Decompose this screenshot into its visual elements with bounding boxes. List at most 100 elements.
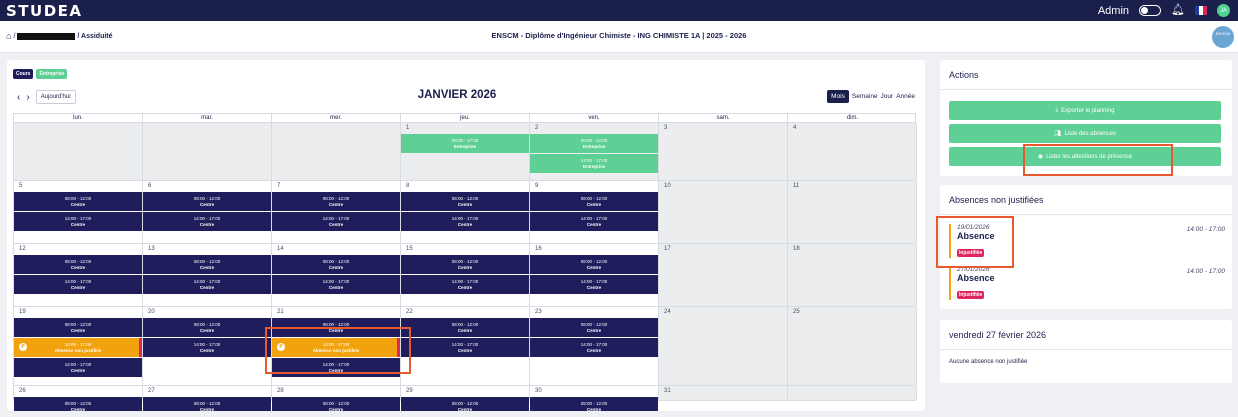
day-number: 27 [148,388,155,394]
calendar-event[interactable]: 08:00 - 12:00 Centre [143,318,271,337]
calendar-week-row: 19 08:00 - 12:00 Centre P 14:00 - 17:00 Absen… [13,307,917,386]
absences-list-label: Liste des absences [1064,130,1116,137]
calendar-day-cell[interactable]: 17 [659,244,788,306]
export-planning-button[interactable]: ⤓ Exporter le planning [949,101,1221,120]
view-day-button[interactable]: Jour [881,93,894,100]
calendar-day-cell[interactable]: 31 [659,386,788,400]
calendar-day-cell[interactable]: 22 08:00 - 12:00 Centre 14:00 - 17:00 Centre [401,307,530,385]
bell-icon[interactable]: 🔔︎ [1171,5,1185,16]
calendar-event[interactable]: 14:00 - 17:00 Centre [143,212,271,231]
divider [940,214,1232,215]
calendar-event[interactable]: 08:00 - 12:00 Centre [143,255,271,274]
calendar-event[interactable]: 08:00 - 12:00 Centre [530,397,658,411]
calendar-event[interactable]: 14:00 - 17:00 Centre [530,212,658,231]
calendar-event[interactable]: 14:00 - 17:00 Centre [272,275,400,294]
calendar-day-cell[interactable]: 12 08:00 - 12:00 Centre 14:00 - 17:00 Centre [14,244,143,306]
app-logo[interactable]: STUDEA [6,2,83,20]
calendar-event[interactable]: 14:00 - 17:00 Entreprise [530,154,658,173]
absences-list-button[interactable]: 👥︎ Liste des absences [949,124,1221,143]
calendar-event[interactable]: 08:00 - 12:00 Entreprise [530,134,658,153]
calendar-event[interactable]: 14:00 - 17:00 Centre [530,338,658,357]
calendar-day-cell[interactable]: 20 08:00 - 12:00 Centre 14:00 - 17:00 Centre [143,307,272,385]
calendar-day-cell[interactable]: 29 08:00 - 12:00 Centre [401,386,530,411]
presence-badge-icon: P [19,343,27,351]
calendar-event[interactable]: 08:00 - 12:00 Centre [530,318,658,337]
event-label: Centre [199,201,215,207]
calendar-day-cell[interactable]: 2 08:00 - 12:00 Entreprise 14:00 - 17:00 Ent… [530,123,659,180]
calendar-day-cell[interactable] [14,123,143,180]
day-of-week-header: lun. [14,114,143,122]
calendar-day-cell[interactable]: 28 08:00 - 12:00 Centre [272,386,401,411]
calendar-day-cell[interactable]: 3 [659,123,788,180]
calendar-day-cell[interactable]: 23 08:00 - 12:00 Centre 14:00 - 17:00 Centre [530,307,659,385]
calendar-day-cell[interactable] [788,386,917,400]
calendar-event[interactable]: 08:00 - 12:00 Centre [272,397,400,411]
calendar-event[interactable]: 08:00 - 12:00 Centre [272,255,400,274]
calendar-event[interactable]: 08:00 - 12:00 Centre [530,255,658,274]
calendar-event[interactable]: 08:00 - 12:00 Centre [14,255,142,274]
event-label: Entreprise [582,143,606,149]
calendar-day-cell[interactable]: 8 08:00 - 12:00 Centre 14:00 - 17:00 Centre [401,181,530,243]
calendar-day-cell[interactable]: 5 08:00 - 12:00 Centre 14:00 - 17:00 Centre [14,181,143,243]
calendar-event[interactable]: 08:00 - 12:00 Centre [14,192,142,211]
calendar-day-cell[interactable]: 7 08:00 - 12:00 Centre 14:00 - 17:00 Centre [272,181,401,243]
calendar-event[interactable]: 14:00 - 17:00 Centre [401,275,529,294]
calendar-event[interactable]: 08:00 - 12:00 Centre [143,192,271,211]
calendar-day-cell[interactable]: 25 [788,307,917,385]
calendar-event[interactable]: 08:00 - 12:00 Centre [401,255,529,274]
school-avatar[interactable]: ENSCM [1212,26,1234,48]
calendar-event[interactable]: 08:00 - 12:00 Centre [143,397,271,411]
calendar-event[interactable]: 08:00 - 12:00 Centre [14,318,142,337]
view-week-button[interactable]: Semaine [852,93,878,100]
calendar-day-cell[interactable]: 14 08:00 - 12:00 Centre 14:00 - 17:00 Centre [272,244,401,306]
calendar-panel: Cours Entreprise ‹ › Aujourd'hui JANVIER… [7,60,925,411]
calendar-day-cell[interactable]: 18 [788,244,917,306]
calendar-event[interactable]: 14:00 - 17:00 Centre [143,275,271,294]
day-number: 16 [535,246,542,252]
calendar-day-cell[interactable]: 27 08:00 - 12:00 Centre [143,386,272,411]
day-number: 5 [19,183,23,189]
calendar-day-cell[interactable] [143,123,272,180]
calendar-day-cell[interactable]: 11 [788,181,917,243]
calendar-day-cell[interactable]: 26 08:00 - 12:00 Centre [14,386,143,411]
absence-item[interactable]: 27/01/2026 Absence Injustifiée 14:00 - 1… [949,266,1225,300]
calendar-day-cell[interactable]: 24 [659,307,788,385]
calendar-event[interactable]: 14:00 - 17:00 Centre [143,338,271,357]
calendar-day-cell[interactable] [272,123,401,180]
day-number: 6 [148,183,152,189]
calendar-event[interactable]: 14:00 - 17:00 Centre [14,358,142,377]
calendar-event[interactable]: 09:00 - 17:00 Entreprise [401,134,529,153]
calendar-day-cell[interactable]: 15 08:00 - 12:00 Centre 14:00 - 17:00 Centre [401,244,530,306]
calendar-day-cell[interactable]: 10 [659,181,788,243]
calendar-event[interactable]: 14:00 - 17:00 Centre [14,212,142,231]
calendar-day-cell[interactable]: 13 08:00 - 12:00 Centre 14:00 - 17:00 Centre [143,244,272,306]
calendar-event[interactable]: 08:00 - 12:00 Centre [401,397,529,411]
absence-event[interactable]: P 14:00 - 17:00 Absence non justifiée [14,338,142,357]
day-of-week-header: mar. [143,114,272,122]
calendar-event[interactable]: 14:00 - 17:00 Centre [530,275,658,294]
calendar-event[interactable]: 08:00 - 12:00 Centre [401,192,529,211]
calendar-day-cell[interactable]: 16 08:00 - 12:00 Centre 14:00 - 17:00 Centre [530,244,659,306]
view-year-button[interactable]: Année [896,93,915,100]
flag-fr-icon[interactable] [1195,6,1207,15]
user-avatar[interactable]: JA [1217,4,1230,17]
calendar-grid: lun. mar. mer. jeu. ven. sam. dim. 1 09:00 - 17… [13,113,917,411]
calendar-day-cell[interactable]: 9 08:00 - 12:00 Centre 14:00 - 17:00 Centre [530,181,659,243]
calendar-event[interactable]: 08:00 - 12:00 Centre [14,397,142,411]
calendar-day-cell[interactable]: 4 [788,123,917,180]
calendar-event[interactable]: 08:00 - 12:00 Centre [272,192,400,211]
day-number: 9 [535,183,539,189]
calendar-day-cell[interactable]: 30 08:00 - 12:00 Centre [530,386,659,411]
calendar-event[interactable]: 14:00 - 17:00 Centre [14,275,142,294]
calendar-day-cell[interactable]: 1 09:00 - 17:00 Entreprise [401,123,530,180]
calendar-event[interactable]: 14:00 - 17:00 Centre [272,212,400,231]
calendar-day-cell[interactable]: 19 08:00 - 12:00 Centre P 14:00 - 17:00 Absen… [14,307,143,385]
calendar-event[interactable]: 14:00 - 17:00 Centre [401,212,529,231]
calendar-day-cell[interactable]: 6 08:00 - 12:00 Centre 14:00 - 17:00 Centre [143,181,272,243]
calendar-event[interactable]: 08:00 - 12:00 Centre [401,318,529,337]
calendar-event[interactable]: 14:00 - 17:00 Centre [401,338,529,357]
calendar-event[interactable]: 08:00 - 12:00 Centre [530,192,658,211]
day-number: 11 [793,183,800,189]
view-month-button[interactable]: Mois [827,90,849,103]
toggle-icon[interactable] [1139,5,1162,16]
